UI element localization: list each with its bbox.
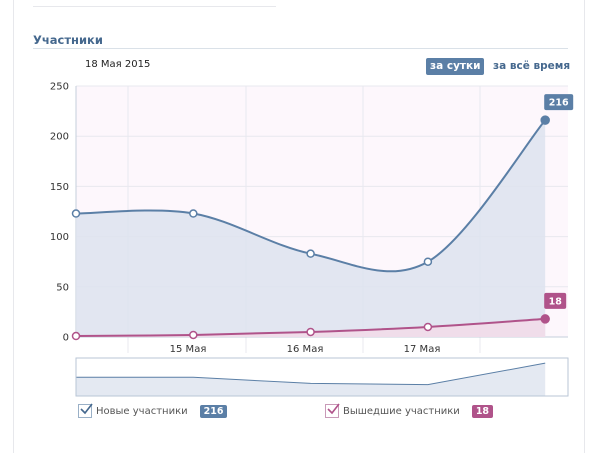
x-tick-label: 16 Мая [287, 344, 324, 355]
data-point [423, 257, 433, 266]
check-icon [327, 403, 340, 415]
value-badge-label: 216 [549, 98, 569, 109]
y-tick-label: 100 [50, 232, 69, 243]
x-tick-label: 17 Мая [404, 344, 441, 355]
legend-count-left: 18 [471, 404, 494, 418]
data-point [423, 322, 433, 332]
data-point [540, 314, 550, 324]
y-tick-label: 250 [50, 82, 69, 93]
legend-checkbox-left[interactable] [325, 403, 340, 418]
data-point [306, 327, 315, 337]
data-point [189, 209, 198, 218]
data-point [71, 331, 81, 341]
data-point [189, 330, 198, 340]
members-chart[interactable]: 0 50 100 150 200 250 15 Мая 16 Мая 17 Мая 216 18 [0, 0, 604, 453]
y-tick-label: 150 [50, 182, 69, 193]
data-point [306, 249, 315, 258]
value-badge-label: 18 [549, 296, 563, 307]
y-tick-label: 200 [50, 132, 69, 143]
legend-label-left: Вышедшие участники [343, 405, 460, 417]
data-point [71, 209, 81, 218]
legend-checkbox-new[interactable] [78, 403, 93, 418]
x-tick-label: 15 Мая [170, 344, 207, 355]
data-point [540, 115, 550, 125]
legend-label-new: Новые участники [96, 405, 188, 417]
legend-item-left[interactable]: Вышедшие участники 18 [325, 403, 494, 419]
y-tick-label: 0 [63, 333, 69, 344]
legend-count-new: 216 [199, 404, 228, 418]
y-tick-label: 50 [56, 282, 69, 293]
check-icon [80, 403, 93, 415]
legend-item-new[interactable]: Новые участники 216 [78, 403, 228, 419]
